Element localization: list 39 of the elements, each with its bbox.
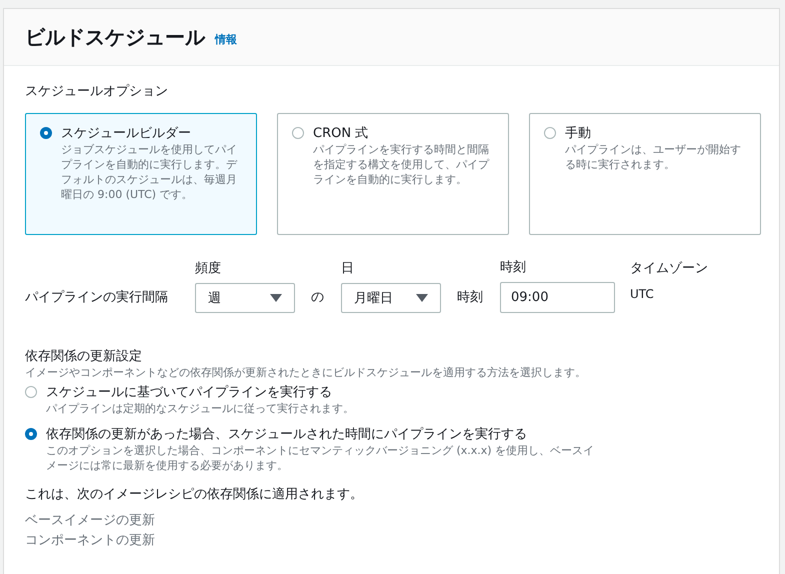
caret-icon	[270, 294, 282, 302]
section-label: 依存関係の更新設定	[25, 348, 143, 365]
option-description: パイプラインを実行する時間と間隔を指定する構文を使用して、パイプラインを自動的に実行します。	[313, 142, 490, 187]
time-input[interactable]: 09:00	[500, 282, 615, 313]
field-label: の	[311, 289, 324, 307]
timezone-value: UTC	[630, 287, 655, 301]
caret-icon	[416, 294, 428, 302]
field-label: 時刻	[457, 289, 483, 307]
option-card[interactable]: 手動 パイプラインは、ユーザーが開始する時に実行されます。	[529, 113, 761, 235]
option-title: スケジュールに基づいてパイプラインを実行する	[46, 384, 333, 401]
section-text: これは、次のイメージレシピの依存関係に適用されます。	[25, 486, 364, 503]
dropdown[interactable]: 月曜日	[341, 283, 441, 313]
option-description: パイプラインは定期的なスケジュールに従って実行されます。	[46, 401, 355, 416]
option-title: 手動	[565, 125, 592, 142]
list-item: ベースイメージの更新	[25, 512, 156, 530]
option-description: パイプラインは、ユーザーが開始する時に実行されます。	[565, 142, 742, 172]
list-item: コンポーネントの更新	[25, 532, 156, 550]
field-label: タイムゾーン	[630, 260, 708, 277]
field-label: 時刻	[500, 259, 527, 276]
field-label: 日	[341, 260, 355, 277]
field-label: 頻度	[195, 260, 222, 277]
option-card[interactable]: スケジュールビルダー ジョブスケジュールを使用してパイプラインを自動的に実行します。デフォルトのスケジュールは、毎週月曜日の 9:00 (UTC) です。	[25, 113, 257, 235]
field-label: パイプラインの実行間隔	[25, 289, 169, 307]
option-title: 依存関係の更新があった場合、スケジュールされた時間にパイプラインを実行する	[46, 426, 528, 443]
section-description: イメージやコンポーネントなどの依存関係が更新されたときにビルドスケジュールを適用する方法を選択します。	[25, 365, 587, 380]
info-link[interactable]: 情報	[215, 32, 237, 46]
panel-title: ビルドスケジュール	[25, 24, 205, 50]
option-description: このオプションを選択した場合、コンポーネントにセマンティックバージョニング (x.x.x) を使用し、ベースイメージには常に最新を使用する必要があります。	[46, 443, 596, 473]
option-card[interactable]: CRON 式 パイプラインを実行する時間と間隔を指定する構文を使用して、パイプラインを自動的に実行します。	[277, 113, 509, 235]
option-title: CRON 式	[313, 125, 370, 142]
section-label: スケジュールオプション	[25, 83, 169, 100]
radio-button[interactable]	[40, 127, 52, 139]
radio-button[interactable]	[25, 386, 37, 398]
option-description: ジョブスケジュールを使用してパイプラインを自動的に実行します。デフォルトのスケジュールは、毎週月曜日の 9:00 (UTC) です。	[61, 142, 238, 202]
radio-button[interactable]	[25, 428, 37, 440]
option-title: スケジュールビルダー	[61, 125, 192, 142]
radio-button[interactable]	[292, 127, 304, 139]
dropdown[interactable]: 週	[195, 283, 295, 313]
radio-button[interactable]	[544, 127, 556, 139]
